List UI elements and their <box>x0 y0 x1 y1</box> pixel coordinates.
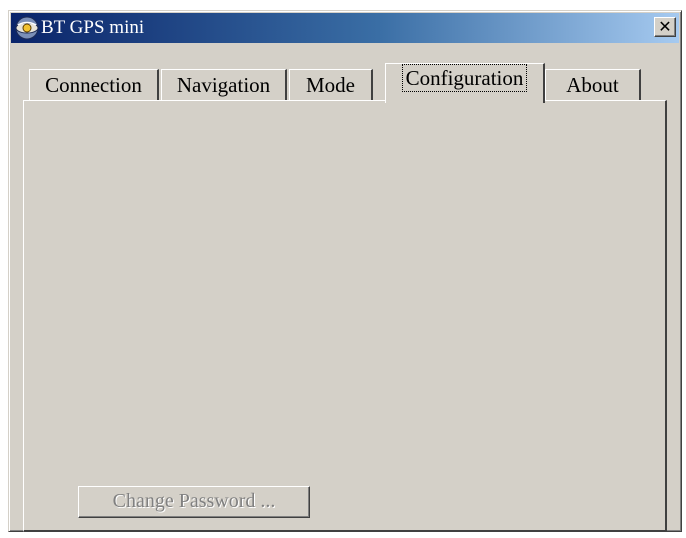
configuration-panel: Change Password ... <box>23 100 667 532</box>
tab-label: Navigation <box>176 73 271 97</box>
tab-label: Connection <box>45 73 142 97</box>
tab-configuration[interactable]: Configuration <box>385 63 545 103</box>
tab-label: Configuration <box>401 64 528 92</box>
change-password-button[interactable]: Change Password ... <box>78 486 310 518</box>
tab-mode[interactable]: Mode <box>289 69 373 100</box>
app-window: BT GPS mini ✕ Connection Navigation Mode… <box>8 10 682 532</box>
close-button[interactable]: ✕ <box>654 17 676 37</box>
tab-navigation[interactable]: Navigation <box>161 69 287 100</box>
gps-globe-icon <box>15 16 39 40</box>
tab-strip: Connection Navigation Mode Configuration… <box>23 63 663 103</box>
tab-about[interactable]: About <box>545 69 641 100</box>
close-icon: ✕ <box>658 17 672 36</box>
tab-connection[interactable]: Connection <box>29 69 159 100</box>
window-title: BT GPS mini <box>41 17 145 38</box>
title-bar[interactable]: BT GPS mini ✕ <box>11 13 679 43</box>
tab-label: Mode <box>306 73 355 97</box>
tab-label: About <box>566 73 619 97</box>
